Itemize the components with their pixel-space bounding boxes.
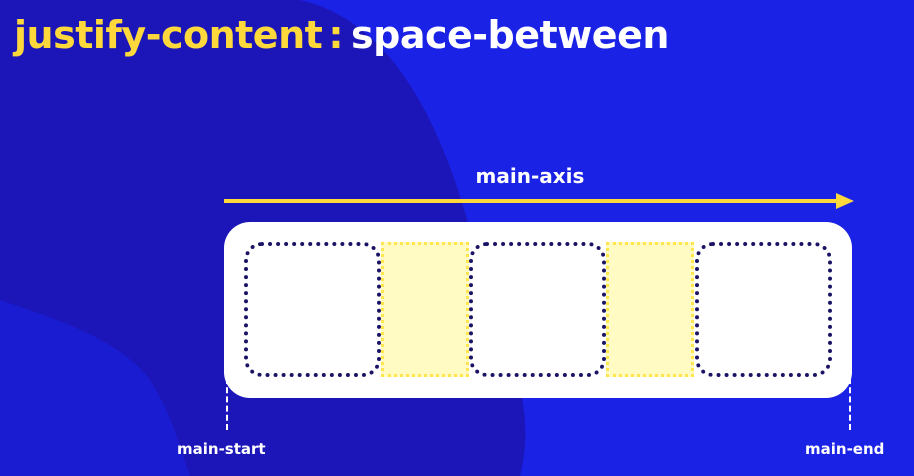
main-end-marker: [849, 378, 851, 430]
title-value: space-between: [351, 13, 669, 57]
title-property: justify-content: [14, 13, 323, 57]
main-axis-arrow: [224, 193, 854, 209]
main-end-label: main-end: [805, 440, 885, 458]
main-axis-label: main-axis: [475, 164, 585, 188]
flex-item-1: [244, 242, 381, 377]
flex-item-2: [469, 242, 606, 377]
main-start-marker: [226, 378, 228, 430]
main-start-label: main-start: [177, 440, 266, 458]
title-separator: :: [328, 13, 344, 57]
flex-item-3: [695, 242, 832, 377]
space-gap-1: [381, 242, 469, 377]
flex-container: [224, 222, 852, 398]
page-title: justify-content: space-between: [14, 8, 669, 62]
space-gap-2: [606, 242, 694, 377]
